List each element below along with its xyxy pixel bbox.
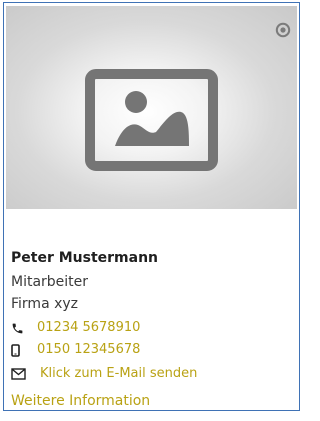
phone-icon (11, 318, 29, 338)
email-row[interactable]: Klick zum E-Mail senden (11, 364, 296, 384)
envelope-icon (11, 364, 29, 384)
person-name: Peter Mustermann (11, 250, 159, 266)
phone-row[interactable]: 01234 5678910 (11, 318, 296, 338)
mobile-link[interactable]: 0150 12345678 (37, 340, 140, 360)
target-icon[interactable] (275, 22, 291, 38)
company-name: Firma xyz (11, 296, 79, 312)
more-info-link[interactable]: Weitere Information (11, 391, 150, 411)
profile-card: Peter Mustermann Mitarbeiter Firma xyz 0… (3, 2, 300, 411)
profile-photo (6, 6, 297, 209)
mobile-row[interactable]: 0150 12345678 (11, 340, 296, 360)
person-role: Mitarbeiter (11, 274, 89, 290)
phone-link[interactable]: 01234 5678910 (37, 318, 140, 338)
email-link[interactable]: Klick zum E-Mail senden (40, 364, 197, 384)
mobile-icon (11, 340, 29, 360)
image-placeholder-icon (85, 69, 218, 171)
